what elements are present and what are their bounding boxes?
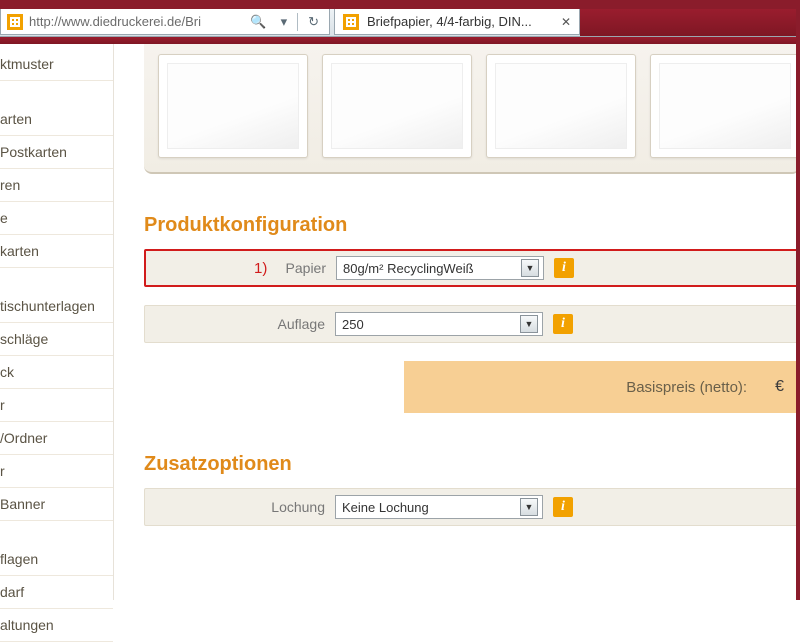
sidebar-item[interactable]: arten	[0, 103, 113, 136]
window-right-edge	[796, 0, 800, 600]
annotation-marker: 1)	[254, 260, 267, 277]
dropdown-value: Keine Lochung	[342, 500, 520, 515]
tab-title: Briefpapier, 4/4-farbig, DIN...	[367, 14, 553, 29]
label-lochung: Lochung	[145, 499, 335, 515]
sidebar-item[interactable]: flagen	[0, 543, 113, 576]
address-bar-tab[interactable]: http://www.diedruckerei.de/Bri 🔍 ▾ ↻	[0, 9, 330, 35]
section-title-extras: Zusatzoptionen	[144, 453, 800, 476]
dropdown-value: 80g/m² RecyclingWeiß	[343, 261, 521, 276]
sidebar-item[interactable]: karten	[0, 235, 113, 268]
sidebar-item[interactable]: ktmuster	[0, 48, 113, 81]
refresh-icon[interactable]: ↻	[304, 14, 323, 30]
price-strip: Basispreis (netto): €	[404, 361, 800, 413]
dropdown-value: 250	[342, 317, 520, 332]
sidebar-item[interactable]: ren	[0, 169, 113, 202]
window-titlebar	[0, 0, 800, 9]
sidebar-item[interactable]: Postkarten	[0, 136, 113, 169]
category-sidebar: ktmuster arten Postkarten ren e karten t…	[0, 44, 114, 600]
product-thumb[interactable]	[322, 54, 472, 158]
sidebar-item[interactable]: e	[0, 202, 113, 235]
info-icon[interactable]: i	[553, 314, 573, 334]
sidebar-item[interactable]: r	[0, 389, 113, 422]
info-icon[interactable]: i	[553, 497, 573, 517]
section-title-config: Produktkonfiguration	[144, 214, 800, 237]
tab-strip-remainder	[580, 9, 800, 36]
currency-symbol: €	[775, 378, 784, 396]
browser-tab[interactable]: Briefpapier, 4/4-farbig, DIN... ✕	[334, 9, 580, 35]
dropdown-papier[interactable]: 80g/m² RecyclingWeiß ▼	[336, 256, 544, 280]
tab-favicon	[343, 14, 359, 30]
label-papier: Papier	[146, 260, 336, 276]
dropdown-lochung[interactable]: Keine Lochung ▼	[335, 495, 543, 519]
config-row-lochung: Lochung Keine Lochung ▼ i	[144, 488, 800, 526]
header-strip	[0, 37, 800, 44]
sidebar-item[interactable]: Banner	[0, 488, 113, 521]
browser-tab-strip: http://www.diedruckerei.de/Bri 🔍 ▾ ↻ Bri…	[0, 9, 800, 37]
sidebar-item[interactable]: /Ordner	[0, 422, 113, 455]
label-auflage: Auflage	[145, 316, 335, 332]
product-thumb[interactable]	[158, 54, 308, 158]
sidebar-item[interactable]: schläge	[0, 323, 113, 356]
product-thumb[interactable]	[486, 54, 636, 158]
site-favicon	[7, 14, 23, 30]
url-text[interactable]: http://www.diedruckerei.de/Bri	[29, 14, 240, 29]
product-thumb[interactable]	[650, 54, 800, 158]
sidebar-item[interactable]: ck	[0, 356, 113, 389]
main-content: Produktkonfiguration 1) Papier 80g/m² Re…	[114, 44, 800, 600]
sidebar-item[interactable]: altungen	[0, 609, 113, 642]
config-row-auflage: Auflage 250 ▼ i	[144, 305, 800, 343]
info-icon[interactable]: i	[554, 258, 574, 278]
chevron-down-icon[interactable]: ▼	[520, 498, 538, 516]
config-row-papier: 1) Papier 80g/m² RecyclingWeiß ▼ i	[144, 249, 800, 287]
search-icon[interactable]: 🔍	[246, 14, 270, 30]
sidebar-item[interactable]: r	[0, 455, 113, 488]
sidebar-item[interactable]: tischunterlagen	[0, 290, 113, 323]
sidebar-item[interactable]: darf	[0, 576, 113, 609]
chevron-down-icon[interactable]: ▼	[521, 259, 539, 277]
price-label: Basispreis (netto):	[626, 379, 747, 396]
separator	[297, 13, 298, 31]
dropdown-icon[interactable]: ▾	[277, 14, 292, 30]
dropdown-auflage[interactable]: 250 ▼	[335, 312, 543, 336]
product-thumbnails	[144, 44, 800, 174]
chevron-down-icon[interactable]: ▼	[520, 315, 538, 333]
close-icon[interactable]: ✕	[561, 15, 571, 29]
